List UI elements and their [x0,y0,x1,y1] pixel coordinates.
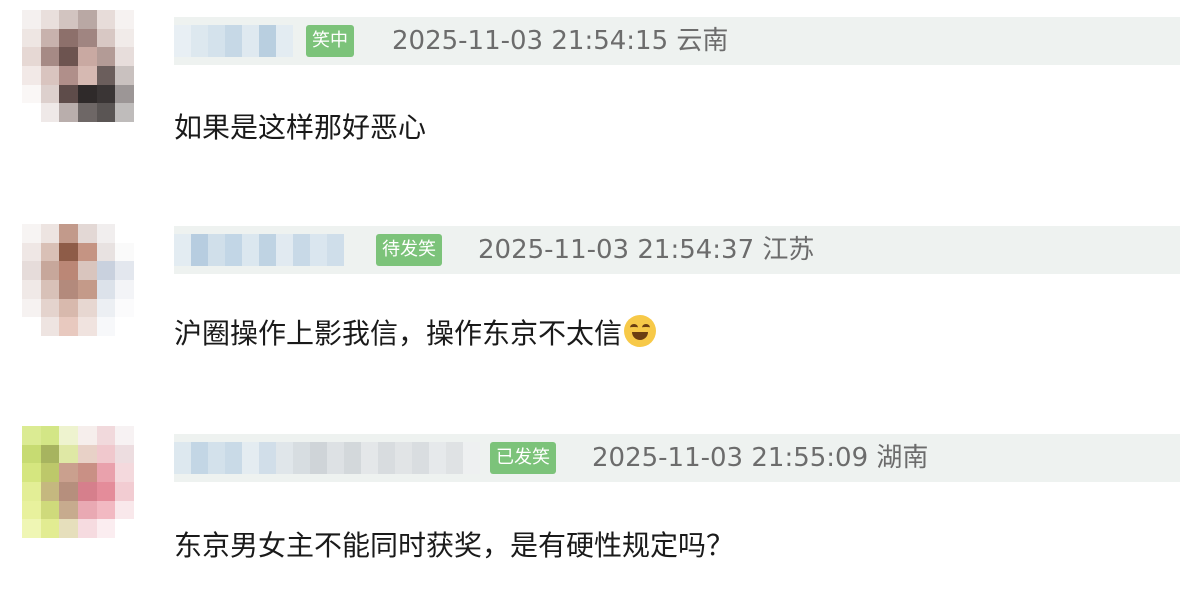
comment-meta-bar: 待发笑 2025-11-03 21:54:37 江苏 [174,226,1180,274]
comment-meta: 2025-11-03 21:54:15 云南 [392,17,728,65]
face-with-tears-of-joy-icon [624,315,657,347]
avatar[interactable] [22,224,134,336]
status-badge: 已发笑 [490,442,556,474]
comment-meta-bar: 已发笑 2025-11-03 21:55:09 湖南 [174,434,1180,482]
timestamp: 2025-11-03 21:54:37 [478,235,755,265]
avatar[interactable] [22,10,134,122]
status-badge: 笑中 [306,25,354,57]
avatar[interactable] [22,426,134,538]
location: 江苏 [762,235,815,265]
status-badge: 待发笑 [376,234,442,266]
comment-meta: 2025-11-03 21:54:37 江苏 [478,226,814,274]
comment-text: 东京男女主不能同时获奖，是有硬性规定吗？ [174,529,735,562]
username-blurred[interactable] [174,442,480,474]
timestamp: 2025-11-03 21:54:15 [392,26,669,56]
timestamp: 2025-11-03 21:55:09 [592,443,869,473]
comment-text: 如果是这样那好恶心 [174,111,427,144]
comment-meta: 2025-11-03 21:55:09 湖南 [592,434,928,482]
comment-text: 沪圈操作上影我信，操作东京不太信 [174,312,657,352]
comment-text-content: 沪圈操作上影我信，操作东京不太信 [174,317,623,350]
username-blurred[interactable] [174,25,293,57]
location: 云南 [676,26,729,56]
comment-meta-bar: 笑中 2025-11-03 21:54:15 云南 [174,17,1180,65]
location: 湖南 [876,443,929,473]
username-blurred[interactable] [174,234,344,266]
